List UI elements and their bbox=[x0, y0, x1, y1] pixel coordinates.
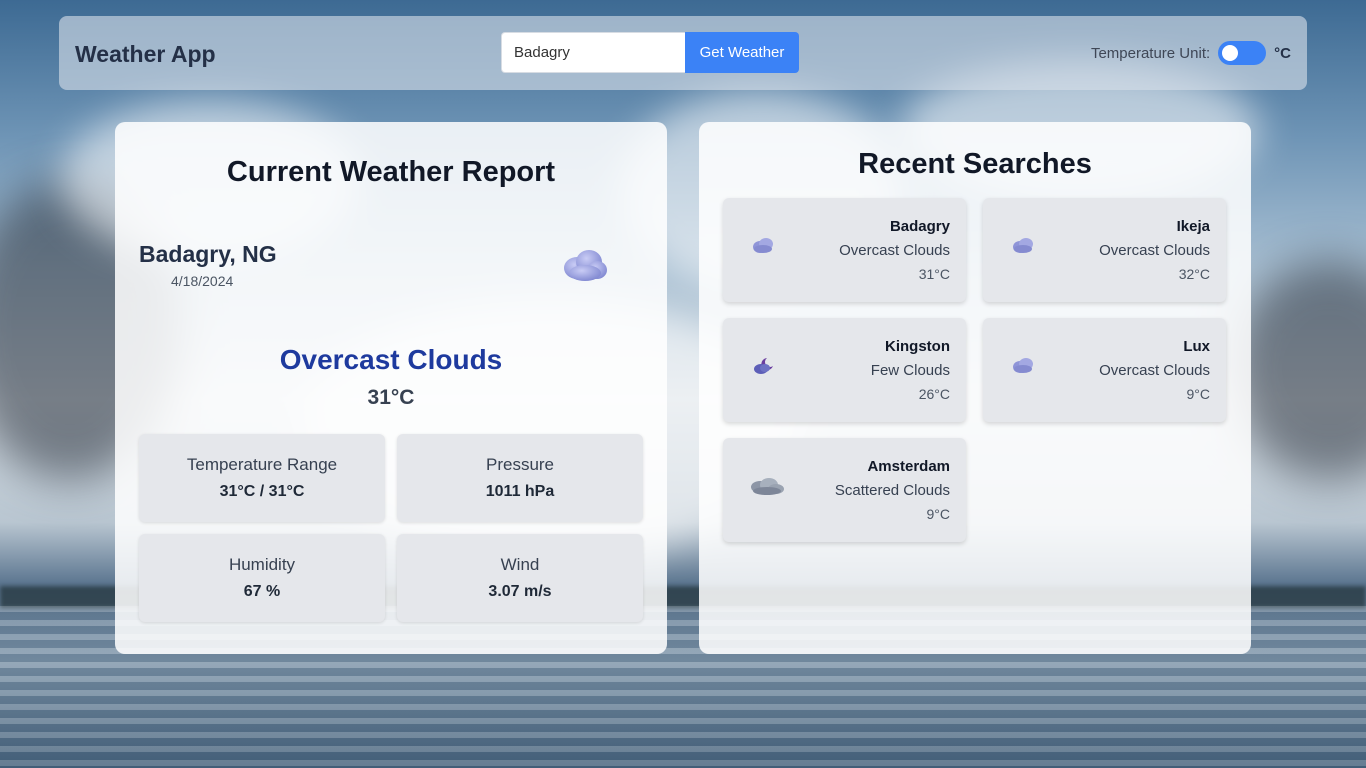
toggle-knob bbox=[1222, 45, 1239, 61]
recent-city: Badagry bbox=[889, 218, 950, 235]
overcast-clouds-icon bbox=[559, 246, 609, 287]
recent-searches-panel: Recent Searches Badagry Overcast Clouds … bbox=[699, 122, 1251, 654]
recent-city: Lux bbox=[1183, 338, 1210, 355]
temperature-unit-control: Temperature Unit: °C bbox=[1091, 41, 1291, 65]
temperature-unit-toggle[interactable] bbox=[1218, 41, 1267, 65]
temperature-unit-label: Temperature Unit: bbox=[1090, 44, 1211, 62]
current-weather-title: Current Weather Report bbox=[226, 156, 556, 188]
recent-condition: Scattered Clouds bbox=[834, 482, 950, 499]
recent-search-card[interactable]: Badagry Overcast Clouds 31°C bbox=[723, 198, 966, 302]
stat-value: 1011 hPa bbox=[485, 483, 555, 500]
recent-search-card[interactable]: Lux Overcast Clouds 9°C bbox=[983, 318, 1226, 422]
current-temperature: 31°C bbox=[367, 386, 415, 409]
recent-searches-title: Recent Searches bbox=[858, 148, 1092, 180]
recent-city: Kingston bbox=[885, 338, 950, 355]
recent-condition: Overcast Clouds bbox=[1099, 242, 1210, 259]
recent-search-card[interactable]: Ikeja Overcast Clouds 32°C bbox=[983, 198, 1226, 302]
recent-city: Ikeja bbox=[1176, 218, 1210, 235]
recent-temperature: 32°C bbox=[1178, 266, 1210, 282]
overcast-clouds-icon bbox=[1011, 236, 1035, 259]
recent-city: Amsterdam bbox=[867, 458, 950, 475]
stat-value: 3.07 m/s bbox=[488, 583, 552, 600]
scattered-clouds-icon bbox=[749, 476, 785, 501]
stat-label: Pressure bbox=[485, 455, 555, 474]
few-clouds-night-icon bbox=[751, 356, 775, 381]
stat-label: Humidity bbox=[228, 555, 296, 574]
recent-condition: Overcast Clouds bbox=[839, 242, 950, 259]
overcast-clouds-icon bbox=[751, 236, 775, 259]
temperature-range-card: Temperature Range 31°C / 31°C bbox=[139, 434, 385, 522]
recent-temperature: 9°C bbox=[926, 506, 951, 522]
get-weather-button[interactable]: Get Weather bbox=[685, 32, 799, 73]
humidity-card: Humidity 67 % bbox=[139, 534, 385, 622]
recent-search-card[interactable]: Amsterdam Scattered Clouds 9°C bbox=[723, 438, 966, 542]
city-search-input[interactable] bbox=[501, 32, 685, 73]
recent-condition: Few Clouds bbox=[870, 362, 950, 379]
stat-label: Wind bbox=[500, 555, 540, 574]
recent-condition: Overcast Clouds bbox=[1099, 362, 1210, 379]
navbar: Weather App Get Weather Temperature Unit… bbox=[59, 16, 1307, 90]
stat-label: Temperature Range bbox=[186, 455, 338, 474]
recent-search-card[interactable]: Kingston Few Clouds 26°C bbox=[723, 318, 966, 422]
current-weather-panel: Current Weather Report Badagry, NG 4/18/… bbox=[115, 122, 667, 654]
app-title: Weather App bbox=[75, 41, 216, 67]
overcast-clouds-icon bbox=[1011, 356, 1035, 379]
recent-temperature: 31°C bbox=[918, 266, 950, 282]
search-form: Get Weather bbox=[501, 32, 799, 73]
recent-temperature: 9°C bbox=[1186, 386, 1211, 402]
location-name: Badagry, NG bbox=[139, 241, 277, 267]
report-date: 4/18/2024 bbox=[171, 273, 234, 289]
pressure-card: Pressure 1011 hPa bbox=[397, 434, 643, 522]
wind-card: Wind 3.07 m/s bbox=[397, 534, 643, 622]
weather-condition: Overcast Clouds bbox=[279, 344, 503, 375]
stat-value: 31°C / 31°C bbox=[219, 483, 305, 500]
stat-value: 67 % bbox=[243, 583, 281, 600]
temperature-unit-value: °C bbox=[1274, 44, 1291, 62]
recent-temperature: 26°C bbox=[918, 386, 950, 402]
